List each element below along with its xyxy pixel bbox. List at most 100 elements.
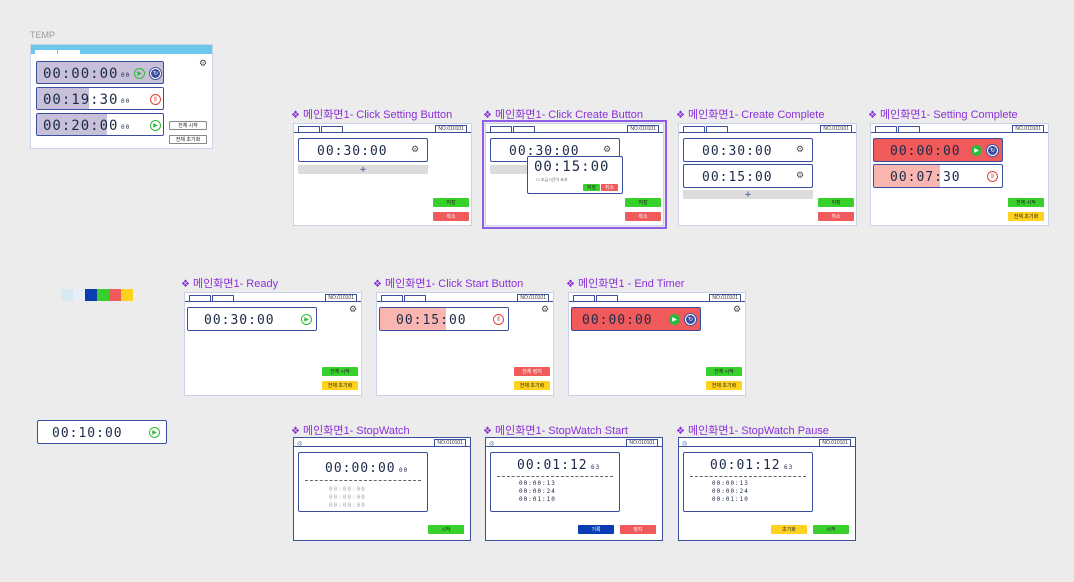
timer-card: 00:30:00 ▶ — [187, 307, 317, 331]
reset-icon[interactable]: ↻ — [685, 314, 696, 325]
play-icon[interactable]: ▶ — [971, 145, 982, 156]
play-icon[interactable]: ▶ — [669, 314, 680, 325]
popup-save-button[interactable]: 저장 — [583, 184, 600, 191]
reset-icon[interactable]: ↻ — [150, 68, 161, 79]
record-number: NO.010101 — [709, 294, 741, 302]
cancel-button[interactable]: 취소 — [818, 212, 854, 221]
cancel-button[interactable]: 취소 — [625, 212, 661, 221]
add-timer-button[interactable] — [490, 165, 530, 174]
gear-icon[interactable]: ⚙ — [541, 305, 549, 315]
screen-label: ❖ 메인화면1- Create Complete — [676, 109, 825, 121]
timer-value: 00:20:00 — [43, 118, 119, 134]
swatch — [109, 289, 121, 301]
timer-value: 00:15:00 — [702, 170, 773, 185]
screen-end-timer: NO.010101 ⚙ 00:00:00 ▶ ↻ 전체 시작 전체 초기화 — [568, 292, 746, 396]
reset-all-button[interactable]: 전체 초기화 — [1008, 212, 1044, 221]
start-button[interactable]: 시작 — [813, 525, 849, 534]
lap-item: 00:01:10 — [712, 496, 749, 503]
popup-checkbox[interactable]: ☐ 조금시간이 초과 — [536, 177, 568, 183]
reset-all-button[interactable]: 전체 초기화 — [169, 135, 207, 144]
screen-stopwatch: ◎ NO.010101 00:00:00 00 00:00:00 00:00:0… — [293, 437, 471, 541]
popup-cancel-button[interactable]: 취소 — [601, 184, 618, 191]
lap-list: 00:00:13 00:00:24 00:01:10 — [519, 480, 556, 504]
temp-title: TEMP — [30, 30, 56, 40]
screen-label: ❖ 메인화면1- StopWatch Start — [483, 425, 628, 437]
play-icon[interactable]: ▶ — [134, 68, 145, 79]
save-button[interactable]: 저장 — [625, 198, 661, 207]
gear-icon[interactable]: ⚙ — [411, 145, 419, 155]
gear-icon[interactable]: ⚙ — [349, 305, 357, 315]
stopwatch-ms: 63 — [591, 464, 601, 471]
lap-button[interactable]: 기록 — [578, 525, 614, 534]
gear-icon[interactable]: ⚙ — [733, 305, 741, 315]
screen-click-setting: NO.010101 00:30:00 ⚙ + 저장 취소 — [293, 123, 472, 226]
screen-stopwatch-start: ◎ NO.010101 00:01:12 63 00:00:13 00:00:2… — [485, 437, 663, 541]
timer-card: 00:15:00 Ⅱ — [379, 307, 509, 331]
save-button[interactable]: 저장 — [818, 198, 854, 207]
play-icon[interactable]: ▶ — [150, 120, 161, 131]
lap-item: 00:00:24 — [712, 488, 749, 495]
timer-value: 00:07:30 — [890, 170, 961, 185]
screen-label: ❖ 메인화면1- StopWatch — [291, 425, 410, 437]
gear-icon[interactable]: ⚙ — [199, 59, 207, 69]
screen-click-create: NO.010101 00:30:00 ⚙ 00:15:00 ☐ 조금시간이 초과… — [482, 120, 667, 229]
start-all-button[interactable]: 전체 시작 — [169, 121, 207, 130]
swatch — [97, 289, 109, 301]
add-timer-button[interactable]: + — [298, 165, 428, 175]
add-timer-button[interactable]: + — [683, 190, 813, 200]
timer-card-ended: 00:00:00 ▶ ↻ — [571, 307, 701, 331]
reset-all-button[interactable]: 전체 초기화 — [514, 381, 550, 390]
start-all-button[interactable]: 전체 시작 — [322, 367, 358, 376]
swatch — [73, 289, 85, 301]
screen-stopwatch-pause: ◎ NO.010101 00:01:12 63 00:00:13 00:00:2… — [678, 437, 856, 541]
timer-value: 00:00:00 — [890, 144, 961, 159]
play-icon[interactable]: ▶ — [149, 427, 160, 438]
pause-icon[interactable]: Ⅱ — [987, 171, 998, 182]
lap-item: 00:00:13 — [519, 480, 556, 487]
stopwatch-ms: 00 — [399, 467, 409, 474]
temp-tab[interactable] — [58, 50, 80, 56]
swatch — [85, 289, 97, 301]
timer-value: 00:00:00 — [582, 313, 653, 328]
lap-list: 00:00:13 00:00:24 00:01:10 — [712, 480, 749, 504]
gear-icon[interactable]: ⚙ — [796, 171, 804, 181]
temp-timer-2: 00:19:30 00 Ⅱ — [36, 87, 164, 110]
stop-all-button[interactable]: 전체 정지 — [514, 367, 550, 376]
screen-label: ❖ 메인화면1- Setting Complete — [868, 109, 1018, 121]
gear-icon[interactable]: ⚙ — [603, 145, 611, 155]
start-all-button[interactable]: 전체 시작 — [1008, 198, 1044, 207]
temp-tab[interactable] — [35, 50, 57, 56]
timer-card: 00:30:00 ⚙ — [298, 138, 428, 162]
cancel-button[interactable]: 취소 — [433, 212, 469, 221]
timer-value: 00:30:00 — [702, 144, 773, 159]
screen-create-complete: NO.010101 00:30:00 ⚙ 00:15:00 ⚙ + 저장 취소 — [678, 123, 857, 226]
pause-icon[interactable]: Ⅱ — [493, 314, 504, 325]
stop-button[interactable]: 정지 — [620, 525, 656, 534]
timer-value: 00:15:00 — [396, 313, 467, 328]
timer-ms: 00 — [121, 124, 131, 131]
lap-list: 00:00:00 00:00:00 00:00:00 — [329, 486, 366, 510]
timer-value: 00:19:30 — [43, 92, 119, 108]
timer-card: 00:15:00 ⚙ — [683, 164, 813, 188]
pause-icon[interactable]: Ⅱ — [150, 94, 161, 105]
gear-icon[interactable]: ⚙ — [796, 145, 804, 155]
reset-all-button[interactable]: 전체 초기화 — [322, 381, 358, 390]
start-all-button[interactable]: 전체 시작 — [706, 367, 742, 376]
record-number: NO.010101 — [325, 294, 357, 302]
start-button[interactable]: 시작 — [428, 525, 464, 534]
reset-icon[interactable]: ↻ — [987, 145, 998, 156]
screen-label: ❖ 메인화면1- Click Create Button — [483, 109, 644, 121]
stopwatch-time: 00:00:00 — [325, 461, 396, 476]
timer-card: 00:07:30 Ⅱ — [873, 164, 1003, 188]
screen-label: ❖ 메인화면1- Click Setting Button — [291, 109, 453, 121]
stopwatch-ms: 63 — [784, 464, 794, 471]
temp-frame: ⚙ 00:00:00 00 ▶ ↻ 00:19:30 00 Ⅱ 00:20:00… — [30, 44, 213, 149]
play-icon[interactable]: ▶ — [301, 314, 312, 325]
reset-all-button[interactable]: 전체 초기화 — [706, 381, 742, 390]
save-button[interactable]: 저장 — [433, 198, 469, 207]
screen-label: ❖ 메인화면1- StopWatch Pause — [676, 425, 829, 437]
reset-button[interactable]: 초기화 — [771, 525, 807, 534]
record-number: NO.010101 — [627, 125, 659, 133]
stopwatch-time: 00:01:12 — [517, 458, 588, 473]
record-number: NO.010101 — [435, 125, 467, 133]
